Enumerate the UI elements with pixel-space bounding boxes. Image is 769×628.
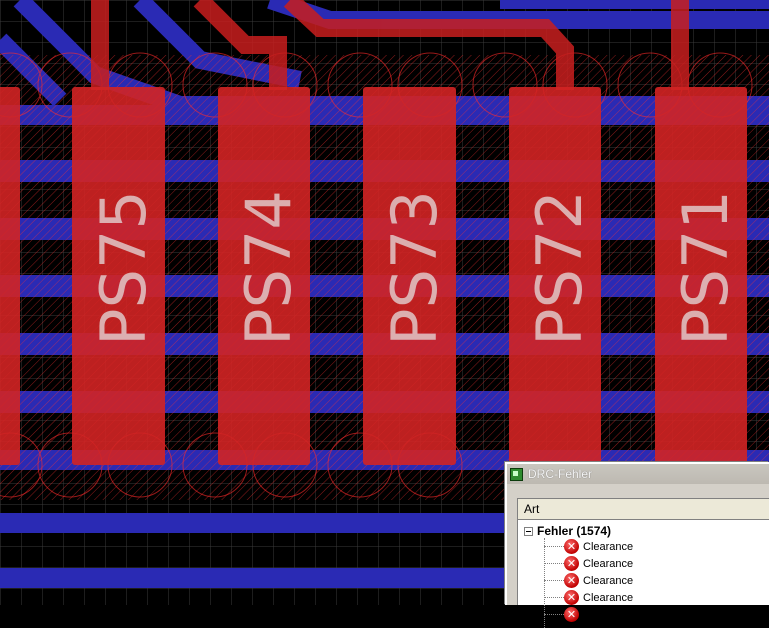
error-icon: ✕	[564, 573, 579, 588]
list-item[interactable]: ✕ Clearance	[544, 572, 633, 589]
window-title: DRC-Fehler	[528, 467, 593, 481]
window-titlebar[interactable]: DRC-Fehler	[507, 464, 769, 484]
pad-label: PS74	[232, 190, 305, 346]
tree-branch	[544, 597, 564, 598]
drc-errors-window[interactable]: DRC-Fehler Art Fehler (1574) ✕ Clearance…	[505, 462, 769, 628]
item-label: Clearance	[583, 574, 634, 587]
tree-root-errors[interactable]: Fehler (1574)	[524, 523, 611, 539]
list-item[interactable]: ✕ Clearance	[544, 538, 633, 555]
item-label: Clearance	[583, 591, 634, 604]
error-icon: ✕	[564, 590, 579, 605]
root-label: Fehler (1574)	[537, 524, 612, 538]
list-item[interactable]: ✕ Clearance	[544, 555, 633, 572]
pad-label: PS73	[378, 190, 451, 346]
tree-branch	[544, 614, 564, 615]
collapse-icon[interactable]	[524, 526, 533, 536]
item-label: Clearance	[583, 557, 634, 570]
item-label: Clearance	[583, 608, 634, 621]
error-icon: ✕	[564, 556, 579, 571]
tree-branch	[544, 580, 564, 581]
column-header-art[interactable]: Art	[518, 499, 769, 520]
item-label: Clearance	[583, 540, 634, 553]
pad-label: PS71	[669, 190, 742, 346]
list-item[interactable]: ✕ Clearance	[544, 606, 633, 623]
app-icon	[510, 467, 523, 481]
pad-label: PS75	[87, 190, 160, 346]
tree-branch	[544, 546, 564, 547]
list-item[interactable]: ✕ Clearance	[544, 589, 633, 606]
pad-label: PS72	[523, 190, 596, 346]
tree-branch	[544, 563, 564, 564]
error-icon: ✕	[564, 539, 579, 554]
error-icon: ✕	[564, 607, 579, 622]
error-tree-panel[interactable]: Art Fehler (1574) ✕ Clearance ✕ Clearanc…	[517, 498, 769, 628]
